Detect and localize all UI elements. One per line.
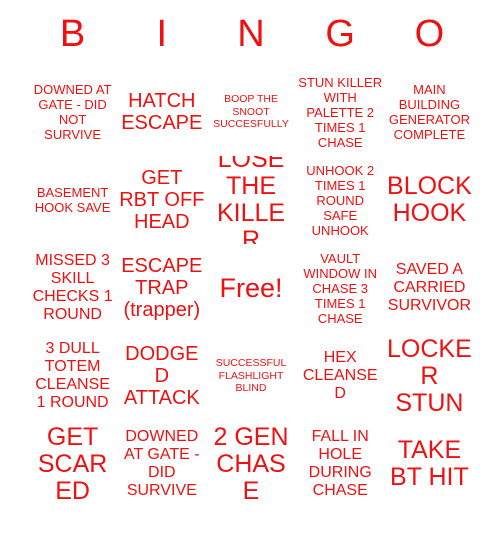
bingo-cell[interactable]: 2 GEN CHASE	[206, 420, 295, 508]
bingo-cell[interactable]: 3 DULL TOTEM CLEANSE 1 ROUND	[28, 332, 117, 420]
bingo-cell-label: ESCAPE TRAP (trapper)	[121, 255, 203, 321]
bingo-cell[interactable]: VAULT WINDOW IN CHASE 3 TIMES 1 CHASE	[296, 244, 385, 332]
bingo-row: 3 DULL TOTEM CLEANSE 1 ROUND DODGED ATTA…	[28, 332, 474, 420]
bingo-cell[interactable]: LOCKER STUN	[385, 332, 474, 420]
bingo-cell-label: BOOP THE SNOOT SUCCESFULLY	[213, 93, 289, 131]
bingo-cell-label: DODGED ATTACK	[123, 343, 200, 409]
bingo-cell[interactable]: UNHOOK 2 TIMES 1 ROUND SAFE UNHOOK	[296, 156, 385, 244]
bingo-cell-label: GET SCARED	[37, 422, 108, 505]
bingo-row: MISSED 3 SKILL CHECKS 1 ROUND ESCAPE TRA…	[28, 244, 474, 332]
bingo-cell-label: BASEMENT HOOK SAVE	[34, 185, 111, 215]
bingo-cell[interactable]: DODGED ATTACK	[117, 332, 206, 420]
bingo-cell[interactable]: HEX CLEANSED	[296, 332, 385, 420]
bingo-cell[interactable]: BLOCK HOOK	[385, 156, 474, 244]
bingo-cell-label: VAULT WINDOW IN CHASE 3 TIMES 1 CHASE	[303, 250, 378, 326]
bingo-cell-label: 2 GEN CHASE	[213, 422, 289, 505]
bingo-header-letter-n: N	[237, 13, 265, 55]
bingo-cell[interactable]: ESCAPE TRAP (trapper)	[117, 244, 206, 332]
bingo-cell-label: STUN KILLER WITH PALETTE 2 TIMES 1 CHASE	[298, 74, 383, 150]
bingo-header: B I N G O	[28, 0, 474, 68]
bingo-cell-label: 3 DULL TOTEM CLEANSE 1 ROUND	[35, 340, 110, 411]
bingo-header-letter-o: O	[414, 13, 445, 55]
bingo-cell[interactable]: BASEMENT HOOK SAVE	[28, 156, 117, 244]
bingo-row: BASEMENT HOOK SAVE GET RBT OFF HEAD LOSE…	[28, 156, 474, 244]
bingo-cell[interactable]: BOOP THE SNOOT SUCCESFULLY	[206, 68, 295, 156]
bingo-header-letter-i: I	[156, 13, 168, 55]
bingo-cell[interactable]: MISSED 3 SKILL CHECKS 1 ROUND	[28, 244, 117, 332]
bingo-cell[interactable]: SAVED A CARRIED SURVIVOR	[385, 244, 474, 332]
bingo-cell-label: BLOCK HOOK	[387, 172, 472, 227]
bingo-cell-label: MAIN BUILDING GENERATOR COMPLETE	[388, 82, 470, 142]
bingo-row: GET SCARED DOWNED AT GATE - DID SURVIVE …	[28, 420, 474, 508]
bingo-cell-label: DOWNED AT GATE - DID SURVIVE	[124, 428, 200, 499]
bingo-cell-label: HATCH ESCAPE	[121, 90, 203, 134]
bingo-cell[interactable]: DOWNED AT GATE - DID NOT SURVIVE	[28, 68, 117, 156]
bingo-cell-label: LOSE THE KILLER	[216, 156, 286, 244]
bingo-cell-label: SUCCESSFUL FLASHLIGHT BLIND	[215, 357, 287, 395]
bingo-cell-label: MISSED 3 SKILL CHECKS 1 ROUND	[32, 252, 113, 323]
bingo-card: B I N G O DOWNED AT GATE - DID NOT SURVI…	[0, 0, 502, 544]
bingo-cell-label: FALL IN HOLE DURING CHASE	[308, 428, 372, 499]
bingo-grid: DOWNED AT GATE - DID NOT SURVIVE HATCH E…	[28, 68, 474, 508]
bingo-cell-label: HEX CLEANSED	[302, 349, 378, 402]
bingo-cell[interactable]: HATCH ESCAPE	[117, 68, 206, 156]
bingo-cell[interactable]: MAIN BUILDING GENERATOR COMPLETE	[385, 68, 474, 156]
bingo-cell[interactable]: FALL IN HOLE DURING CHASE	[296, 420, 385, 508]
bingo-cell-label: TAKE BT HIT	[390, 436, 469, 491]
bingo-cell[interactable]: SUCCESSFUL FLASHLIGHT BLIND	[206, 332, 295, 420]
bingo-cell[interactable]: LOSE THE KILLER	[206, 156, 295, 244]
bingo-cell[interactable]: GET SCARED	[28, 420, 117, 508]
bingo-cell-label: LOCKER STUN	[387, 334, 472, 417]
bingo-cell-label: SAVED A CARRIED SURVIVOR	[387, 261, 472, 314]
bingo-header-letter-g: G	[325, 13, 355, 55]
bingo-cell-label: DOWNED AT GATE - DID NOT SURVIVE	[33, 82, 112, 142]
bingo-free-space-label: Free!	[219, 272, 283, 303]
bingo-cell[interactable]: DOWNED AT GATE - DID SURVIVE	[117, 420, 206, 508]
bingo-row: DOWNED AT GATE - DID NOT SURVIVE HATCH E…	[28, 68, 474, 156]
bingo-cell-label: UNHOOK 2 TIMES 1 ROUND SAFE UNHOOK	[306, 162, 375, 238]
bingo-cell[interactable]: GET RBT OFF HEAD	[117, 156, 206, 244]
bingo-cell[interactable]: STUN KILLER WITH PALETTE 2 TIMES 1 CHASE	[296, 68, 385, 156]
bingo-free-space[interactable]: Free!	[206, 244, 295, 332]
bingo-cell-label: GET RBT OFF HEAD	[119, 167, 205, 233]
bingo-header-letter-b: B	[59, 13, 86, 55]
bingo-cell[interactable]: TAKE BT HIT	[385, 420, 474, 508]
